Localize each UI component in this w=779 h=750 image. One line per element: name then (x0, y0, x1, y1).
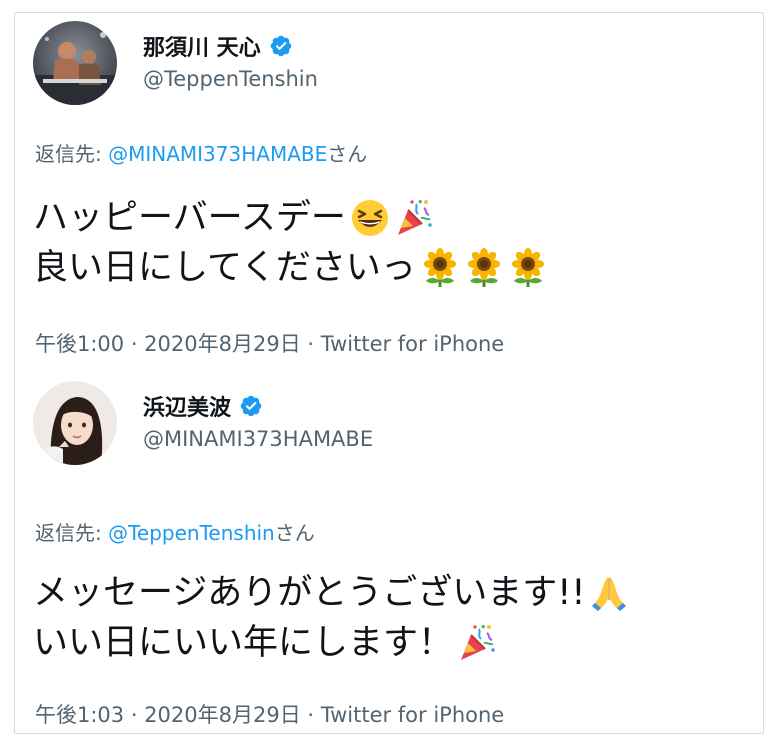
tweet-text-line-2: 良い日にしてくださいっ (33, 243, 548, 293)
sunflower-icon (464, 248, 504, 288)
reply-context: 返信先: @MINAMI373HAMABEさん (35, 138, 367, 167)
folded-hands-icon (589, 573, 629, 613)
reply-context: 返信先: @TeppenTenshinさん (35, 517, 315, 546)
tweet-tenshin[interactable]: 那須川 天心 @TeppenTenshin 返信先: @MINAMI373HAM… (15, 13, 763, 373)
verified-badge-icon (269, 34, 293, 58)
display-name[interactable]: 浜辺美波 (143, 390, 231, 422)
grinning-squinting-face-icon (350, 198, 390, 238)
tweet-text-line: ハッピーバースデー (33, 198, 346, 238)
tweet-text-line: いい日にいい年にします！ (33, 623, 454, 663)
reply-prefix: 返信先: (35, 521, 109, 545)
name-row: 浜辺美波 (143, 390, 263, 422)
name-row: 那須川 天心 (143, 30, 293, 62)
sunflower-icon (508, 248, 548, 288)
tweet-text-line: メッセージありがとうございます!! (33, 573, 586, 613)
display-name[interactable]: 那須川 天心 (143, 30, 261, 62)
user-handle[interactable]: @TeppenTenshin (143, 67, 318, 91)
verified-badge-icon (239, 394, 263, 418)
reply-suffix: さん (274, 521, 315, 545)
tweet-text-line-1: ハッピーバースデー (33, 193, 548, 243)
party-popper-icon (394, 198, 434, 238)
tweet-text-line: 良い日にしてくださいっ (33, 248, 416, 288)
reply-mention-link[interactable]: @MINAMI373HAMABE (108, 142, 327, 166)
tweet-timestamp[interactable]: 午後1:03 · 2020年8月29日 · Twitter for iPhone (35, 699, 504, 729)
reply-mention-link[interactable]: @TeppenTenshin (108, 521, 275, 545)
tweet-text-line-1: メッセージありがとうございます!! (33, 568, 629, 618)
screenshot-frame: 那須川 天心 @TeppenTenshin 返信先: @MINAMI373HAM… (14, 12, 764, 734)
tweet-timestamp[interactable]: 午後1:00 · 2020年8月29日 · Twitter for iPhone (35, 328, 504, 358)
tweet-text: ハッピーバースデー 良い日にしてくださいっ (33, 193, 548, 293)
tweet-hamabe[interactable]: 浜辺美波 @MINAMI373HAMABE 返信先: @TeppenTenshi… (15, 373, 763, 733)
user-handle[interactable]: @MINAMI373HAMABE (143, 427, 373, 451)
party-popper-icon (457, 623, 497, 663)
avatar-tenshin[interactable] (33, 21, 117, 105)
tweet-text-line-2: いい日にいい年にします！ (33, 618, 629, 668)
tweet-text: メッセージありがとうございます!! いい日にいい年にします！ (33, 568, 629, 668)
avatar-hamabe[interactable] (33, 381, 117, 465)
reply-suffix: さん (327, 142, 368, 166)
reply-prefix: 返信先: (35, 142, 109, 166)
sunflower-icon (420, 248, 460, 288)
